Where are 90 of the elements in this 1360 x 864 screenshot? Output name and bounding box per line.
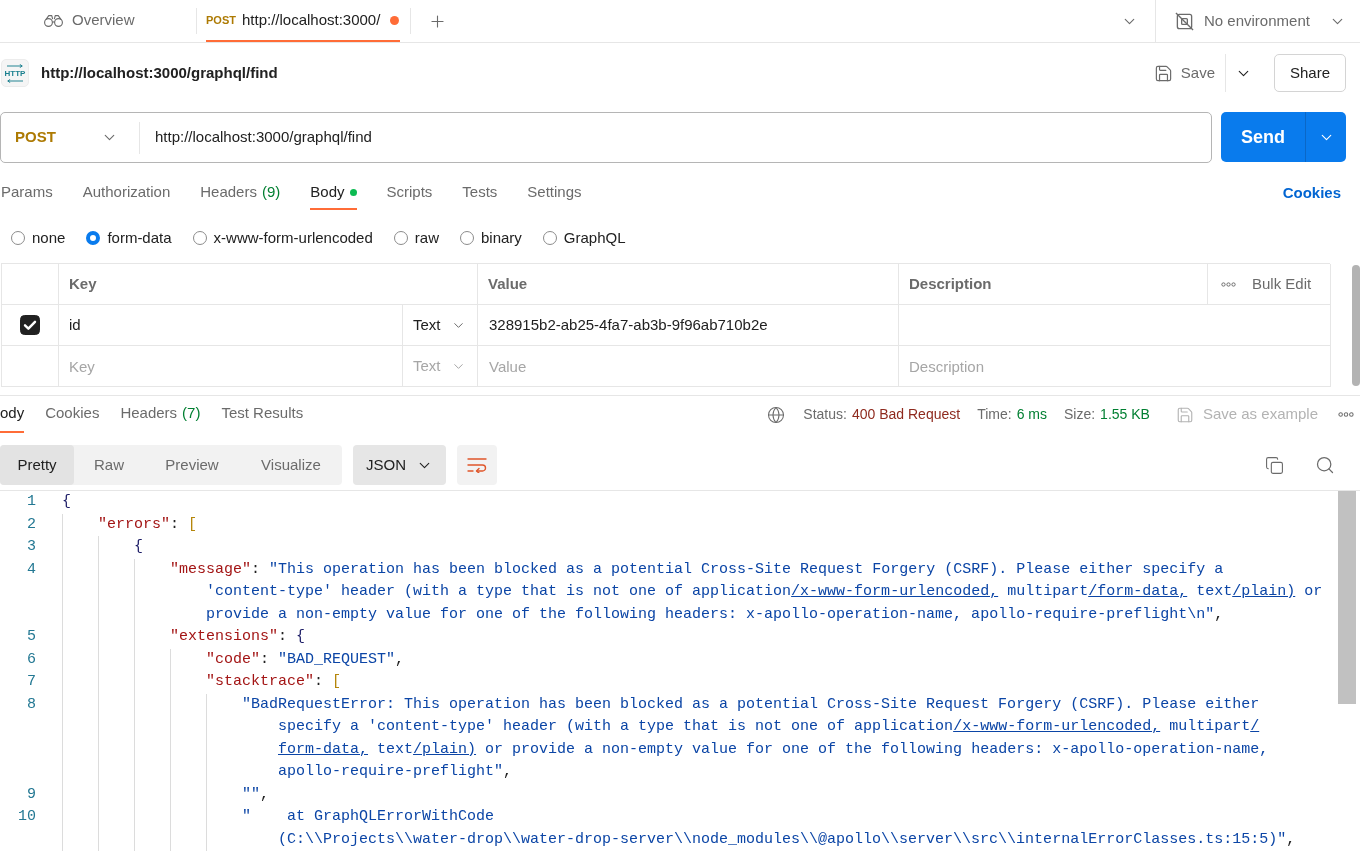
line-number: 2: [26, 514, 36, 535]
radio-button[interactable]: [86, 231, 101, 245]
size-label: Size:: [1063, 405, 1096, 424]
radio-button[interactable]: [542, 231, 557, 245]
scrollbar-thumb[interactable]: [1352, 265, 1360, 386]
key-input[interactable]: Key: [59, 346, 402, 386]
tab[interactable]: Params: [1, 176, 53, 210]
view-tab[interactable]: Raw: [74, 445, 144, 485]
time-value: 6 ms: [1016, 405, 1047, 424]
tab[interactable]: Body: [310, 176, 357, 210]
line-number: 10: [17, 807, 36, 827]
size-value: 1.55 KB: [1100, 405, 1150, 424]
view-tab[interactable]: Preview: [144, 445, 240, 485]
tab[interactable]: Authorization: [82, 176, 171, 210]
code-line: "",: [242, 784, 270, 805]
body-type-option[interactable]: binary: [459, 226, 522, 250]
search-icon[interactable]: [1315, 455, 1335, 475]
send-button[interactable]: Send: [1221, 112, 1305, 162]
body-type-option[interactable]: GraphQL: [542, 226, 626, 250]
type-dropdown[interactable]: Text: [403, 313, 466, 337]
tab[interactable]: Cookies: [45, 396, 100, 433]
binoculars-icon: [44, 13, 63, 27]
copy-icon[interactable]: [1265, 455, 1284, 475]
value-field[interactable]: 328915b2-ab25-4fa7-ab3b-9f96ab710b2e: [478, 313, 768, 337]
code-line: "code": "BAD_REQUEST",: [206, 649, 405, 670]
code-line: {: [134, 537, 143, 557]
body-type-option[interactable]: raw: [393, 226, 439, 250]
column-header: Key: [59, 264, 478, 305]
globe-icon: [767, 405, 786, 424]
line-number: 5: [26, 627, 36, 647]
share-button[interactable]: Share: [1274, 54, 1346, 92]
radio-button[interactable]: [393, 231, 408, 245]
left-arrow-icon: [6, 78, 24, 83]
line-number: 1: [26, 492, 36, 512]
tab[interactable]: Scripts: [386, 176, 433, 210]
checkbox[interactable]: [20, 315, 40, 335]
body-type-option[interactable]: x-www-form-urlencoded: [192, 226, 373, 250]
view-tab[interactable]: Visualize: [240, 445, 342, 485]
line-number: 8: [26, 694, 36, 715]
right-arrow-icon: [6, 63, 24, 68]
body-type-option[interactable]: form-data: [86, 226, 172, 250]
code-line: "errors": [: [98, 514, 198, 535]
code-line: "stacktrace": [: [206, 672, 342, 692]
body-type-option[interactable]: none: [11, 226, 66, 250]
code-line: "BadRequestError: This operation has been blocked as a potential Cross-Site Request Forgery (CSRF). Please either specify a 'content-type' header (with a type that is not one of application/x-www-form-urlencoded, multipart/ form-data, text/plain) or provide a non-empty value for one of the following headers: x-apollo-operation-name, apollo-require-preflight",: [242, 694, 1269, 782]
environment-dropdown[interactable]: No environment: [1156, 0, 1360, 42]
code-line: {: [62, 492, 71, 512]
request-title: http://localhost:3000/graphql/find: [41, 62, 278, 83]
line-number: 7: [26, 672, 36, 692]
tab[interactable]: Test Results: [221, 396, 304, 433]
time-label: Time:: [977, 405, 1012, 424]
method-dropdown[interactable]: POST: [1, 113, 139, 162]
view-tab[interactable]: Pretty: [0, 445, 74, 485]
slashed-frame-icon: [1175, 11, 1194, 31]
wrap-button[interactable]: [457, 445, 497, 485]
line-number: 9: [26, 784, 36, 805]
tab[interactable]: POST http://localhost:3000/: [206, 0, 400, 42]
line-number: 4: [26, 559, 36, 580]
status-label: Status:: [803, 405, 847, 424]
cookies-link[interactable]: Cookies: [1282, 181, 1341, 205]
status-value: 400 Bad Request: [851, 405, 961, 424]
tab[interactable]: Headers (7): [120, 396, 201, 433]
code-line: "extensions": {: [170, 627, 306, 647]
column-header: Description: [899, 264, 1208, 305]
tab[interactable]: Overview: [44, 0, 139, 42]
line-number: 3: [26, 537, 36, 557]
column-header: Value: [478, 264, 899, 305]
tab[interactable]: Headers (9): [200, 176, 281, 210]
tab[interactable]: Tests: [462, 176, 498, 210]
more-icon[interactable]: [1338, 412, 1354, 417]
bulk-edit-button[interactable]: Bulk Edit: [1252, 272, 1312, 296]
key-field[interactable]: id: [59, 313, 81, 337]
line-number: 6: [26, 649, 36, 670]
radio-button[interactable]: [192, 231, 207, 245]
radio-button[interactable]: [11, 231, 25, 245]
code-line: "message": "This operation has been blocked as a potential Cross-Site Request Forgery (CSRF). Please either specify a 'content-type' header (with a type that is not one of application/x-www-form-urlencoded, multipart/form-data, text/plain) or provide a non-empty value for one of the following headers: x-apollo-operation-name, apollo-require-preflight\n",: [170, 559, 1323, 625]
description-field[interactable]: [899, 305, 1331, 346]
text-wrap-icon: [467, 457, 487, 473]
value-input[interactable]: Value: [478, 346, 898, 386]
radio-button[interactable]: [459, 231, 474, 245]
icon-label: HTTP: [4, 68, 26, 78]
save-button[interactable]: Save: [1153, 61, 1215, 85]
description-input[interactable]: Description: [899, 346, 1330, 386]
tab[interactable]: ody: [0, 396, 25, 433]
format-dropdown[interactable]: JSON: [353, 445, 446, 485]
more-icon[interactable]: [1221, 281, 1236, 287]
url-field[interactable]: http://localhost:3000/graphql/find: [140, 113, 1211, 162]
scrollbar-thumb[interactable]: [1338, 491, 1356, 704]
tab[interactable]: Settings: [527, 176, 582, 210]
code-line: " at GraphQLErrorWithCode (C:\\Projects\\water-drop\\water-drop-server\\node_modules\\@apollo\\server\\src\\internalErrorClasses.ts:15:5)",: [242, 807, 1296, 850]
